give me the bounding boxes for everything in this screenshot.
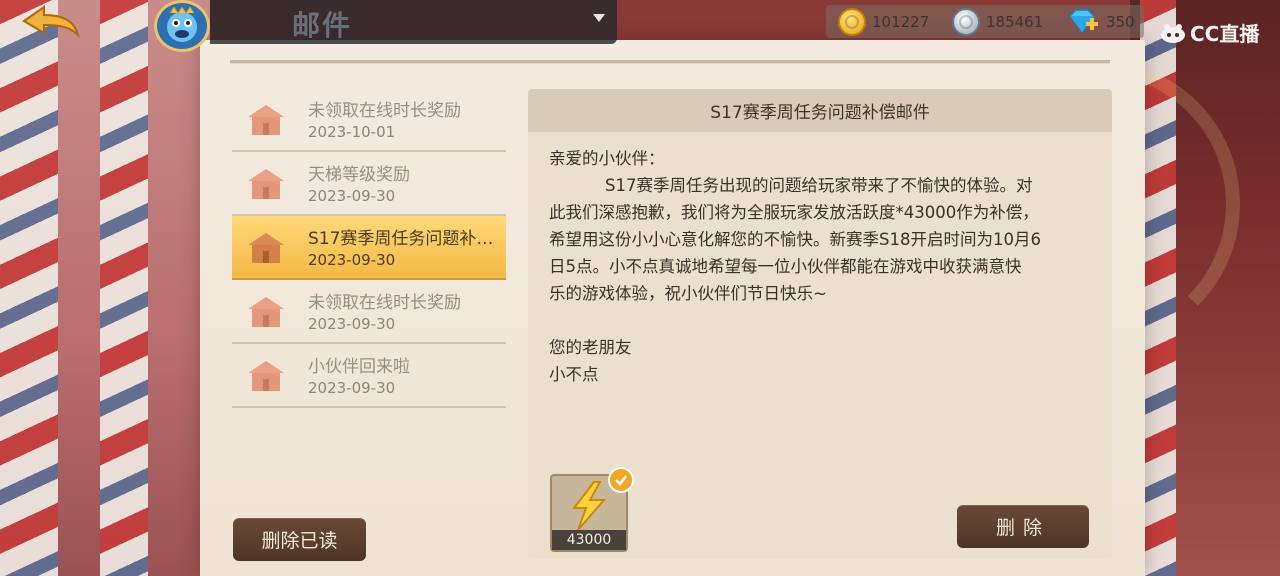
house-icon (248, 233, 284, 263)
mail-line: 希望用这份小小心意化解您的不愉快。新赛季S18开启时间为10月6 (549, 230, 1041, 249)
mail-date: 2023-09-30 (308, 379, 396, 397)
cc-logo-icon (1161, 23, 1185, 43)
house-icon (248, 361, 284, 391)
silver-coin-icon (952, 7, 980, 36)
mail-date: 2023-10-01 (308, 123, 396, 141)
mail-greeting: 亲爱的小伙伴： (549, 149, 665, 168)
diamond-amount: 350 (1106, 12, 1135, 31)
mail-line: 乐的游戏体验，祝小伙伴们节日快乐~ (549, 284, 827, 303)
striped-pole (0, 0, 58, 576)
mail-list-item[interactable]: 未领取在线时长奖励 2023-09-30 (232, 280, 506, 344)
gold-currency: 101227 (838, 5, 929, 38)
mail-title: 小伙伴回来啦 (308, 357, 410, 377)
mail-title: 天梯等级奖励 (308, 165, 410, 185)
house-icon (248, 297, 284, 327)
mail-title: 未领取在线时长奖励 (308, 101, 461, 121)
mail-line: S17赛季周任务出现的问题给玩家带来了不愉快的体验。对 (605, 176, 1033, 195)
back-arrow-icon (22, 5, 80, 39)
silver-amount: 185461 (986, 12, 1044, 31)
delete-button[interactable]: 删除 (957, 505, 1089, 548)
house-icon (248, 105, 284, 135)
mail-date: 2023-09-30 (308, 187, 396, 205)
mail-list-item[interactable]: 小伙伴回来啦 2023-09-30 (232, 344, 506, 408)
paper-divider (230, 60, 1110, 64)
mail-line: 此我们深感抱歉，我们将为全服玩家发放活跃度*43000作为补偿， (549, 203, 1039, 222)
mail-signature-name: 小不点 (549, 365, 599, 384)
striped-pole (100, 0, 148, 576)
currency-bar: 101227 185461 350 (826, 5, 1144, 38)
diamond-add-icon (1069, 8, 1098, 33)
dropdown-caret-icon (593, 14, 605, 22)
monster-face-icon (167, 7, 197, 42)
watermark-text: CC直播 (1190, 22, 1260, 46)
mail-signature-line: 您的老朋友 (549, 338, 632, 357)
mail-list-item[interactable]: 天梯等级奖励 2023-09-30 (232, 152, 506, 216)
mail-title: S17赛季周任务问题补… (308, 229, 494, 249)
mail-date: 2023-09-30 (308, 251, 396, 269)
gold-coin-icon (838, 7, 866, 36)
mail-date: 2023-09-30 (308, 315, 396, 333)
gold-amount: 101227 (872, 12, 930, 31)
stream-watermark: CC直播 (1160, 18, 1259, 47)
silver-currency: 185461 (952, 5, 1043, 38)
back-button[interactable] (18, 4, 82, 40)
mail-subject: S17赛季周任务问题补偿邮件 (528, 89, 1112, 132)
delete-read-button[interactable]: 删除已读 (233, 518, 366, 561)
mail-line: 日5点。小不点真诚地希望每一位小伙伴都能在游戏中收获满意快 (549, 257, 1022, 276)
mail-body: 亲爱的小伙伴： S17赛季周任务出现的问题给玩家带来了不愉快的体验。对 此我们深… (549, 145, 1089, 388)
claimed-check-icon (608, 467, 634, 493)
mail-title: 未领取在线时长奖励 (308, 293, 461, 313)
mail-list-item[interactable]: 未领取在线时长奖励 2023-10-01 (232, 88, 506, 152)
mail-list-item-selected[interactable]: S17赛季周任务问题补… 2023-09-30 (232, 216, 506, 280)
diamond-currency[interactable]: 350 (1066, 5, 1135, 38)
mail-list: 未领取在线时长奖励 2023-10-01 天梯等级奖励 2023-09-30 S… (232, 88, 506, 408)
house-icon (248, 169, 284, 199)
page-title: 邮件 (292, 9, 353, 42)
attachment-count: 43000 (552, 530, 626, 550)
player-avatar[interactable] (154, 0, 210, 52)
title-bar[interactable]: 邮件 (210, 0, 617, 44)
